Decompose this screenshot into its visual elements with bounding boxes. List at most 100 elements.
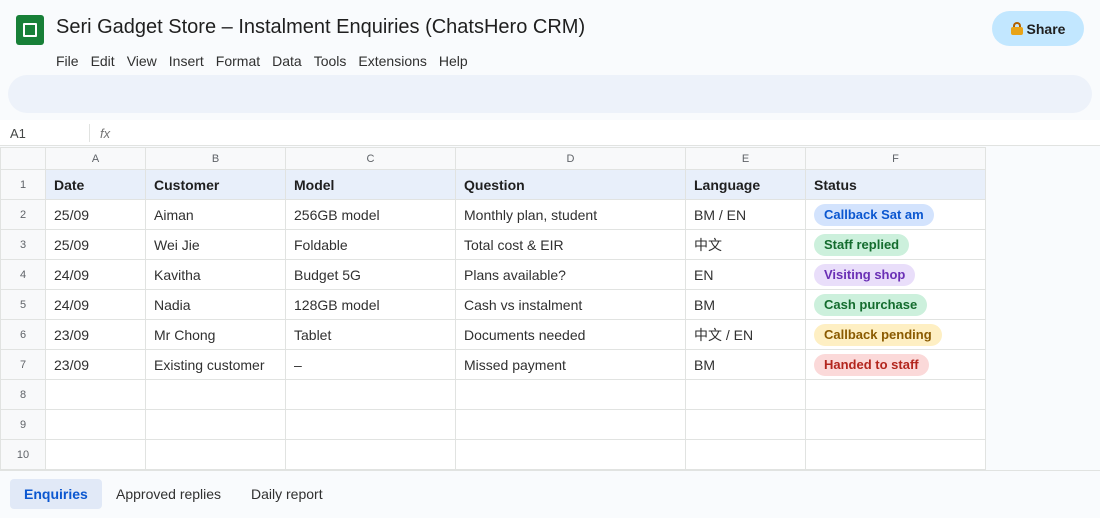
empty-cell[interactable] <box>285 409 456 440</box>
menu-bar: File Edit View Insert Format Data Tools … <box>56 52 474 70</box>
header-cell[interactable]: Language <box>685 169 806 200</box>
question-cell[interactable]: Total cost & EIR <box>455 229 686 260</box>
column-header-a[interactable]: A <box>45 147 146 170</box>
header-cell[interactable]: Date <box>45 169 146 200</box>
formula-bar: A1 fx <box>0 120 1100 146</box>
empty-row: 10 <box>0 439 986 470</box>
date-cell[interactable]: 25/09 <box>45 199 146 230</box>
name-box[interactable]: A1 <box>10 126 26 141</box>
empty-cell[interactable] <box>145 439 286 470</box>
language-cell[interactable]: EN <box>685 259 806 290</box>
empty-cell[interactable] <box>145 379 286 410</box>
customer-cell[interactable]: Aiman <box>145 199 286 230</box>
menu-format[interactable]: Format <box>210 52 266 70</box>
empty-cell[interactable] <box>285 379 456 410</box>
sheet-tab-enquiries[interactable]: Enquiries <box>10 479 102 509</box>
menu-file[interactable]: File <box>56 52 85 70</box>
customer-cell[interactable]: Existing customer <box>145 349 286 380</box>
row-header[interactable]: 10 <box>0 439 46 470</box>
header-cell[interactable]: Model <box>285 169 456 200</box>
document-title[interactable]: Seri Gadget Store – Instalment Enquiries… <box>56 16 585 39</box>
date-cell[interactable]: 25/09 <box>45 229 146 260</box>
row-header[interactable]: 8 <box>0 379 46 410</box>
share-label: Share <box>1026 20 1066 37</box>
empty-cell[interactable] <box>45 379 146 410</box>
question-cell[interactable]: Missed payment <box>455 349 686 380</box>
row-header[interactable]: 1 <box>0 169 46 200</box>
empty-cell[interactable] <box>145 409 286 440</box>
empty-cell[interactable] <box>685 439 806 470</box>
empty-cell[interactable] <box>45 409 146 440</box>
language-cell[interactable]: BM <box>685 289 806 320</box>
table-row: 2 25/09 Aiman 256GB model Monthly plan, … <box>0 199 986 230</box>
empty-cell[interactable] <box>685 409 806 440</box>
status-cell[interactable]: Staff replied <box>805 229 986 260</box>
empty-cell[interactable] <box>685 379 806 410</box>
empty-cell[interactable] <box>285 439 456 470</box>
empty-cell[interactable] <box>455 379 686 410</box>
column-header-c[interactable]: C <box>285 147 456 170</box>
column-header-b[interactable]: B <box>145 147 286 170</box>
menu-help[interactable]: Help <box>433 52 474 70</box>
language-cell[interactable]: BM / EN <box>685 199 806 230</box>
language-cell[interactable]: 中文 <box>685 229 806 260</box>
table-row: 5 24/09 Nadia 128GB model Cash vs instal… <box>0 289 986 320</box>
question-cell[interactable]: Monthly plan, student <box>455 199 686 230</box>
language-cell[interactable]: 中文 / EN <box>685 319 806 350</box>
language-cell[interactable]: BM <box>685 349 806 380</box>
row-header[interactable]: 6 <box>0 319 46 350</box>
menu-data[interactable]: Data <box>266 52 308 70</box>
row-header[interactable]: 5 <box>0 289 46 320</box>
question-cell[interactable]: Documents needed <box>455 319 686 350</box>
status-cell[interactable]: Cash purchase <box>805 289 986 320</box>
row-header[interactable]: 3 <box>0 229 46 260</box>
model-cell[interactable]: – <box>285 349 456 380</box>
customer-cell[interactable]: Wei Jie <box>145 229 286 260</box>
empty-cell[interactable] <box>455 409 686 440</box>
sheet-tab-approved-replies[interactable]: Approved replies <box>102 479 235 509</box>
empty-cell[interactable] <box>45 439 146 470</box>
date-cell[interactable]: 24/09 <box>45 259 146 290</box>
sheets-logo-icon[interactable] <box>16 15 44 45</box>
model-cell[interactable]: 256GB model <box>285 199 456 230</box>
row-header[interactable]: 2 <box>0 199 46 230</box>
status-cell[interactable]: Callback Sat am <box>805 199 986 230</box>
empty-cell[interactable] <box>455 439 686 470</box>
header-cell[interactable]: Status <box>805 169 986 200</box>
empty-cell[interactable] <box>805 439 986 470</box>
model-cell[interactable]: Budget 5G <box>285 259 456 290</box>
header-cell[interactable]: Customer <box>145 169 286 200</box>
customer-cell[interactable]: Kavitha <box>145 259 286 290</box>
menu-extensions[interactable]: Extensions <box>352 52 432 70</box>
customer-cell[interactable]: Nadia <box>145 289 286 320</box>
row-header[interactable]: 9 <box>0 409 46 440</box>
model-cell[interactable]: Tablet <box>285 319 456 350</box>
column-header-d[interactable]: D <box>455 147 686 170</box>
menu-edit[interactable]: Edit <box>85 52 121 70</box>
sheet-tab-daily-report[interactable]: Daily report <box>237 479 337 509</box>
menu-view[interactable]: View <box>121 52 163 70</box>
date-cell[interactable]: 23/09 <box>45 319 146 350</box>
row-header[interactable]: 7 <box>0 349 46 380</box>
model-cell[interactable]: 128GB model <box>285 289 456 320</box>
status-cell[interactable]: Handed to staff <box>805 349 986 380</box>
date-cell[interactable]: 23/09 <box>45 349 146 380</box>
column-header-f[interactable]: F <box>805 147 986 170</box>
empty-cell[interactable] <box>805 379 986 410</box>
menu-tools[interactable]: Tools <box>308 52 353 70</box>
status-badge: Callback pending <box>814 323 942 346</box>
column-header-e[interactable]: E <box>685 147 806 170</box>
empty-cell[interactable] <box>805 409 986 440</box>
model-cell[interactable]: Foldable <box>285 229 456 260</box>
share-button[interactable]: Share <box>992 11 1084 46</box>
customer-cell[interactable]: Mr Chong <box>145 319 286 350</box>
question-cell[interactable]: Plans available? <box>455 259 686 290</box>
question-cell[interactable]: Cash vs instalment <box>455 289 686 320</box>
menu-insert[interactable]: Insert <box>163 52 210 70</box>
select-all-corner[interactable] <box>0 147 46 170</box>
header-cell[interactable]: Question <box>455 169 686 200</box>
row-header[interactable]: 4 <box>0 259 46 290</box>
status-cell[interactable]: Callback pending <box>805 319 986 350</box>
date-cell[interactable]: 24/09 <box>45 289 146 320</box>
status-cell[interactable]: Visiting shop <box>805 259 986 290</box>
